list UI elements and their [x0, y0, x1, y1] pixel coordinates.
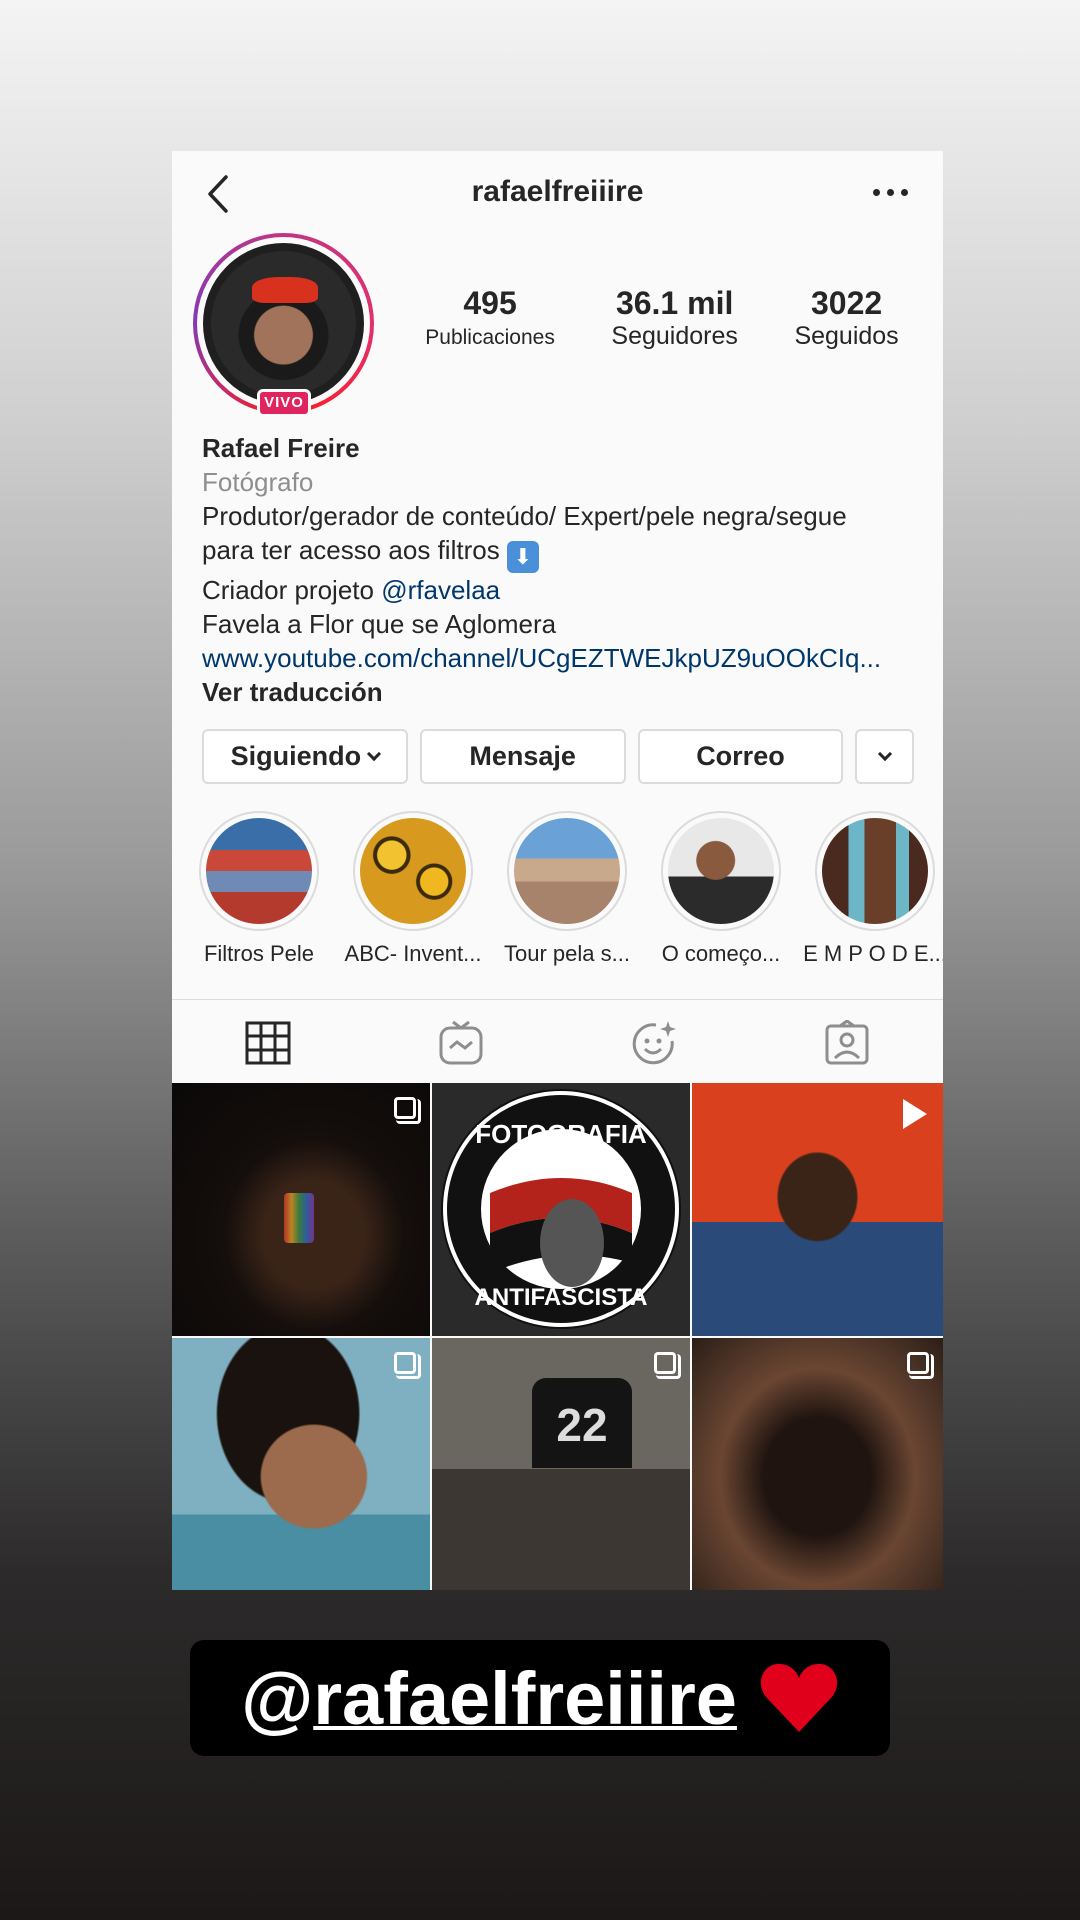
live-badge: VIVO — [257, 389, 311, 417]
post-thumbnail[interactable] — [172, 1083, 430, 1336]
highlight-label: O começo... — [661, 941, 781, 966]
mention-link[interactable]: @rfavelaa — [381, 575, 500, 605]
tagged-icon — [825, 1019, 869, 1064]
post-thumbnail[interactable]: 22 — [432, 1338, 690, 1590]
highlight-label: E M P O D E... — [803, 941, 943, 966]
see-translation-button[interactable]: Ver traducción — [202, 675, 922, 709]
following-button[interactable]: Siguiendo — [202, 729, 408, 784]
more-options-icon[interactable] — [873, 189, 909, 199]
grid-icon — [245, 1021, 291, 1064]
bio-line: Favela a Flor que se Aglomera — [202, 609, 557, 639]
jersey-number: 22 — [556, 1399, 608, 1451]
multiple-photos-icon — [907, 1352, 934, 1379]
highlight-item[interactable]: Tour pela s... — [504, 811, 630, 967]
profile-bio: Rafael Freire Fotógrafo Produtor/gerador… — [202, 431, 922, 709]
multiple-photos-icon — [394, 1352, 421, 1379]
profile-tabs — [172, 999, 943, 1085]
post-thumbnail[interactable] — [692, 1338, 943, 1590]
tab-effects[interactable] — [558, 1000, 751, 1085]
bio-line: Criador projeto @rfavelaa — [202, 575, 501, 605]
stat-label: Seguidos — [794, 322, 899, 350]
stat-value: 3022 — [810, 285, 883, 321]
badge-bottom-text: ANTIFASCISTA — [475, 1284, 648, 1311]
highlight-item[interactable]: ABC- Invent... — [345, 811, 481, 967]
stat-label: Publicaciones — [425, 326, 555, 349]
post-thumbnail[interactable] — [172, 1338, 430, 1590]
stat-following[interactable]: 3022 Seguidos — [794, 285, 898, 351]
profile-category: Fotógrafo — [202, 467, 314, 497]
post-thumbnail[interactable]: FOTOGRAFIA ANTIFASCISTA — [432, 1083, 690, 1336]
multiple-photos-icon — [394, 1097, 421, 1124]
highlight-label: ABC- Invent... — [344, 941, 482, 966]
badge-top-text: FOTOGRAFIA — [475, 1119, 647, 1149]
message-button[interactable]: Mensaje — [419, 729, 626, 784]
igtv-icon — [439, 1020, 483, 1064]
stat-value: 495 — [463, 285, 517, 321]
posts-grid: FOTOGRAFIA ANTIFASCISTA 22 — [172, 1083, 943, 1590]
profile-stats: 495 Publicaciones 36.1 mil Seguidores 30… — [397, 285, 927, 351]
story-highlights: Filtros Pele ABC- Invent... Tour pela s.… — [172, 811, 943, 966]
highlight-label: Filtros Pele — [203, 941, 315, 966]
email-button[interactable]: Correo — [637, 729, 844, 784]
profile-full-name: Rafael Freire — [202, 433, 360, 463]
effects-icon — [632, 1020, 676, 1064]
chevron-down-icon — [367, 746, 382, 761]
heart-icon — [760, 1663, 838, 1732]
stat-posts[interactable]: 495 Publicaciones — [425, 285, 555, 351]
video-play-icon — [903, 1099, 927, 1129]
antifascist-badge-image: FOTOGRAFIA ANTIFASCISTA — [441, 1089, 681, 1329]
profile-screen: rafaelfreiiire VIVO 495 Publicaciones 36… — [172, 151, 943, 1590]
profile-avatar[interactable] — [193, 233, 374, 414]
story-caption: @ rafaelfreiiire — [190, 1640, 890, 1756]
chevron-down-icon — [877, 746, 892, 761]
stat-label: Seguidores — [611, 322, 738, 350]
highlight-item[interactable]: E M P O D E... — [803, 811, 943, 967]
stat-followers[interactable]: 36.1 mil Seguidores — [611, 285, 737, 351]
stat-value: 36.1 mil — [615, 285, 734, 321]
tab-igtv[interactable] — [365, 1000, 558, 1085]
suggested-accounts-button[interactable] — [855, 729, 915, 784]
highlight-item[interactable]: O começo... — [661, 811, 781, 967]
highlight-item[interactable]: Filtros Pele — [199, 811, 319, 967]
down-arrow-emoji-icon: ⬇ — [506, 541, 539, 573]
website-link[interactable]: www.youtube.com/channel/UCgEZTWEJkpUZ9uO… — [202, 641, 922, 675]
profile-actions: Siguiendo Mensaje Correo — [202, 729, 915, 784]
caption-username-mention[interactable]: rafaelfreiiire — [313, 1656, 737, 1741]
bio-line: para ter acesso aos filtros ⬇ — [202, 533, 922, 573]
highlight-label: Tour pela s... — [504, 941, 630, 966]
tab-tagged[interactable] — [750, 1000, 943, 1085]
bio-line: Produtor/gerador de conteúdo/ Expert/pel… — [202, 501, 847, 531]
tab-posts-grid[interactable] — [172, 1000, 365, 1085]
multiple-photos-icon — [654, 1352, 681, 1379]
top-bar: rafaelfreiiire — [172, 151, 943, 237]
caption-at-symbol: @ — [241, 1656, 314, 1740]
post-thumbnail[interactable] — [692, 1083, 943, 1336]
profile-username-title: rafaelfreiiire — [471, 175, 644, 208]
